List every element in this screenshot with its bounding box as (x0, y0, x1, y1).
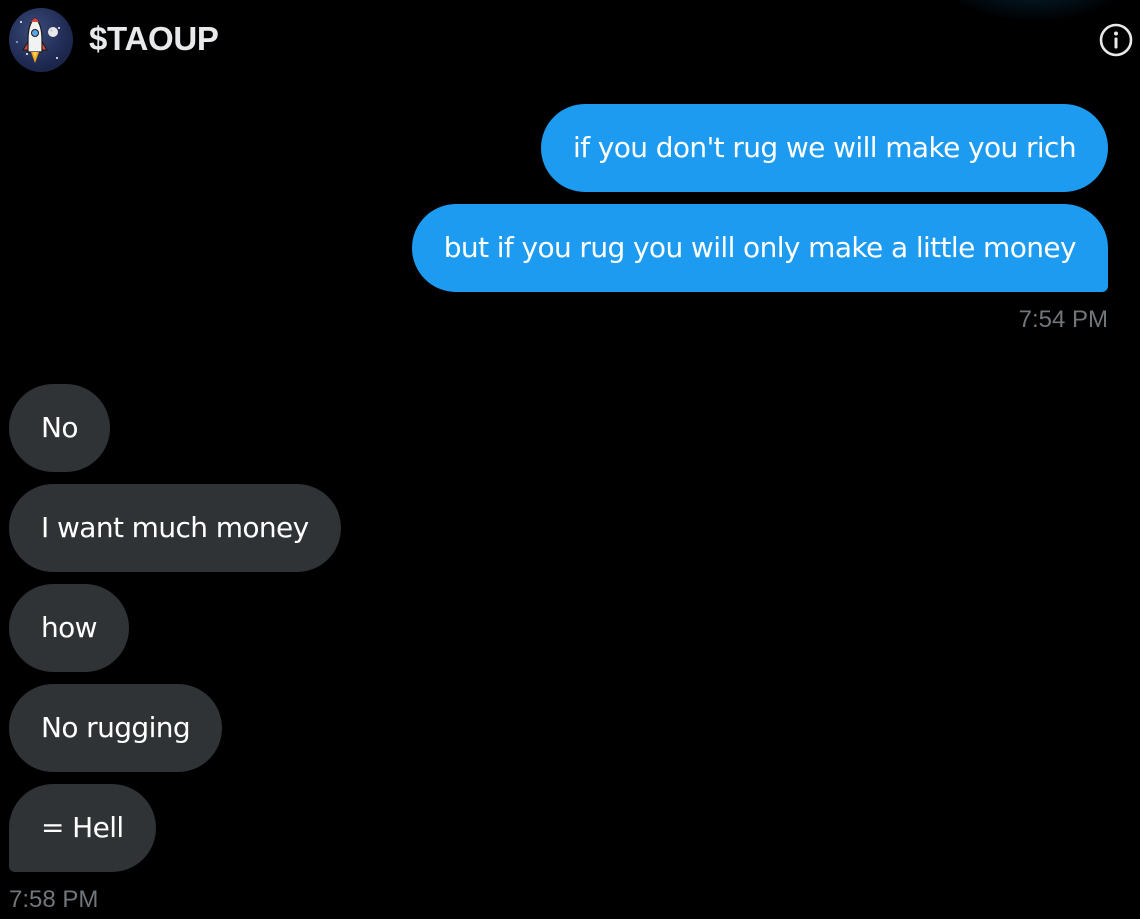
received-timestamp: 7:58 PM (9, 886, 99, 913)
received-message[interactable]: I want much money (9, 484, 341, 572)
sent-timestamp: 7:54 PM (1018, 306, 1108, 333)
sent-message[interactable]: if you don't rug we will make you rich (541, 104, 1108, 192)
received-message[interactable]: how (9, 584, 129, 672)
message-thread: if you don't rug we will make you rich b… (0, 0, 1140, 919)
dm-conversation: $TAOUP if you don't rug we will make you… (0, 0, 1140, 919)
received-message[interactable]: = Hell (9, 784, 156, 872)
received-message[interactable]: No rugging (9, 684, 223, 772)
received-message[interactable]: No (9, 384, 110, 472)
sent-message[interactable]: but if you rug you will only make a litt… (411, 204, 1108, 292)
